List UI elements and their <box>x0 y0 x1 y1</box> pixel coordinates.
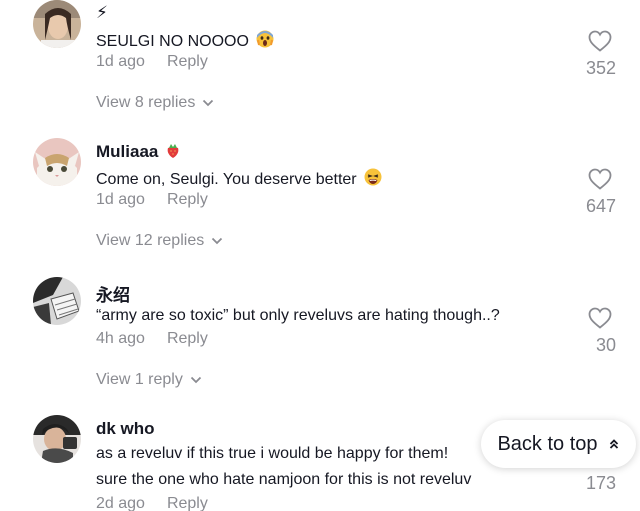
avatar[interactable] <box>33 277 81 325</box>
comment-username[interactable]: dk who <box>96 419 155 439</box>
avatar[interactable] <box>33 138 81 186</box>
like-count: 352 <box>585 58 616 78</box>
comment-username[interactable]: Muliaaa <box>96 142 180 164</box>
comment-time: 4h ago <box>96 330 145 347</box>
double-chevron-up-icon <box>609 439 618 449</box>
reply-button[interactable]: Reply <box>167 330 208 347</box>
chevron-down-icon <box>203 99 214 107</box>
heart-icon[interactable] <box>588 307 612 329</box>
view-replies-label: View 8 replies <box>96 94 196 111</box>
comment-meta: 4h ago Reply <box>96 330 208 348</box>
comment-time: 1d ago <box>96 191 145 208</box>
reply-button[interactable]: Reply <box>167 191 208 208</box>
comment-username-text: Muliaaa <box>96 142 159 161</box>
reply-button[interactable]: Reply <box>167 495 208 511</box>
tired-face-emoji-icon <box>364 168 382 191</box>
comment-username[interactable]: ⚡ <box>96 3 108 23</box>
face-screaming-emoji-icon <box>256 30 274 53</box>
comment-text-content: Come on, Seulgi. You deserve better <box>96 171 357 188</box>
comment-text: SEULGI NO NOOOO <box>96 30 274 53</box>
comment-username[interactable]: 永绍 <box>96 281 130 306</box>
comment-time: 2d ago <box>96 495 145 511</box>
view-replies-button[interactable]: View 8 replies <box>96 94 214 112</box>
chevron-down-icon <box>212 237 223 245</box>
view-replies-button[interactable]: View 1 reply <box>96 371 202 389</box>
comment-text: Come on, Seulgi. You deserve better <box>96 168 382 191</box>
comment-meta: 1d ago Reply <box>96 53 208 71</box>
back-to-top-label: Back to top <box>497 432 598 455</box>
heart-icon[interactable] <box>588 168 612 190</box>
avatar[interactable] <box>33 415 81 463</box>
like-count: 173 <box>585 473 616 493</box>
back-to-top-button[interactable]: Back to top <box>481 420 636 468</box>
comment-text-line-2: sure the one who hate namjoon for this i… <box>96 471 472 488</box>
reply-button[interactable]: Reply <box>167 53 208 70</box>
comment-meta: 1d ago Reply <box>96 191 208 209</box>
view-replies-label: View 1 reply <box>96 371 183 388</box>
avatar[interactable] <box>33 0 81 48</box>
like-count: 30 <box>595 335 616 355</box>
strawberry-emoji-icon <box>166 143 180 164</box>
view-replies-label: View 12 replies <box>96 232 205 249</box>
comment-text: “army are so toxic” but only reveluvs ar… <box>96 307 500 324</box>
view-replies-button[interactable]: View 12 replies <box>96 232 223 250</box>
chevron-down-icon <box>190 376 201 384</box>
comments-panel: ⚡ SEULGI NO NOOOO 1d agoReply 352 View <box>0 0 640 511</box>
like-count: 647 <box>585 196 616 216</box>
comment-time: 1d ago <box>96 53 145 70</box>
comment-meta: 2d ago Reply <box>96 495 208 511</box>
comment-text-content: SEULGI NO NOOOO <box>96 33 249 50</box>
heart-icon[interactable] <box>588 30 612 52</box>
comment-text-line-1: as a reveluv if this true i would be hap… <box>96 445 449 462</box>
